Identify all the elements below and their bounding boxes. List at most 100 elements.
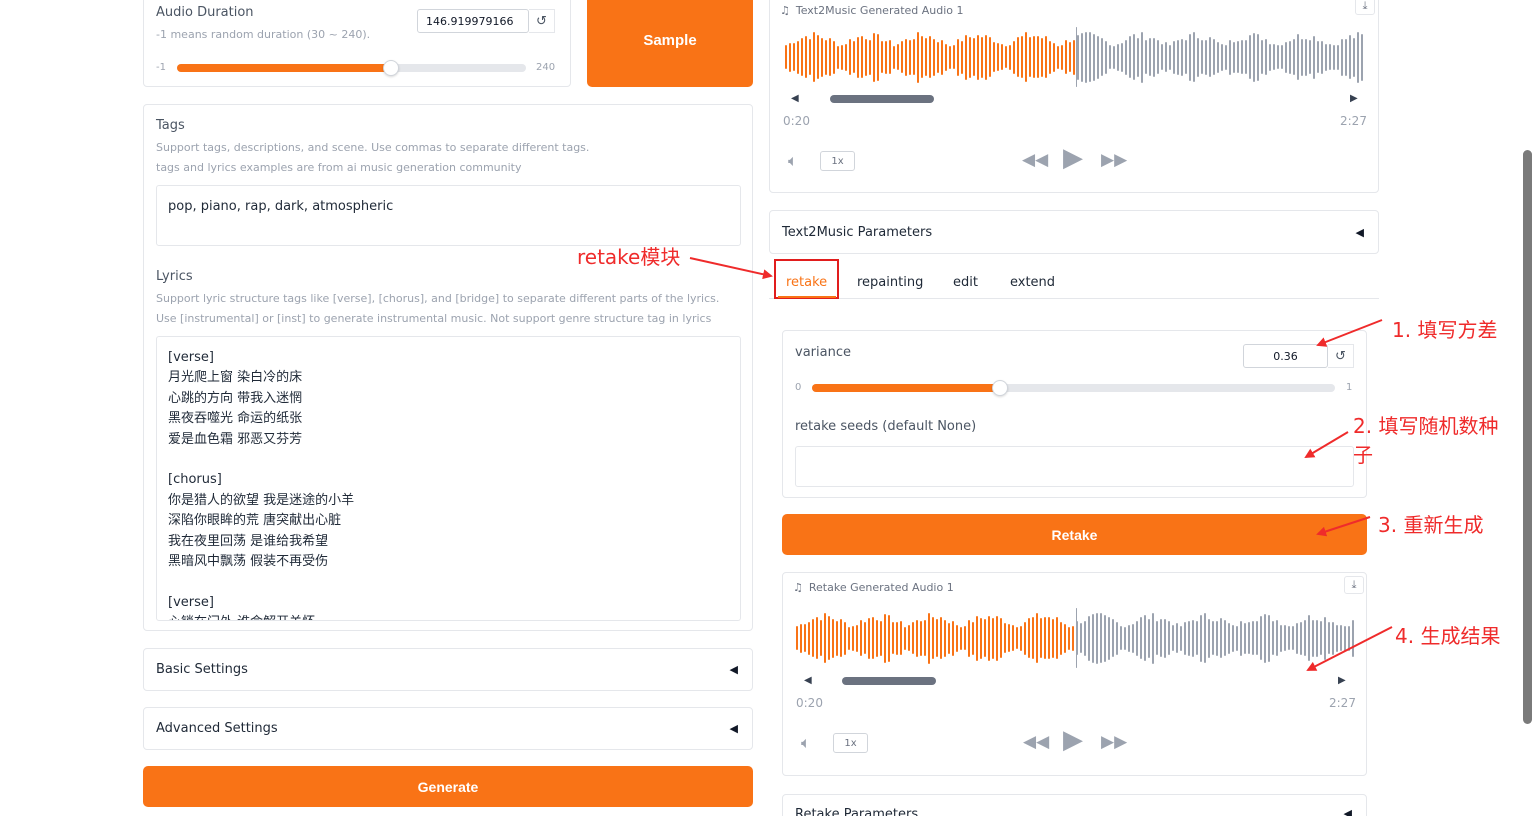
waveform-bar [884, 613, 886, 663]
generate-button[interactable]: Generate [143, 766, 753, 807]
fast-forward-icon[interactable]: ▶▶ [1101, 732, 1127, 752]
audio-duration-input[interactable]: 146.919979166 [417, 9, 529, 33]
retake-button[interactable]: Retake [782, 514, 1367, 555]
waveform-bar [1097, 35, 1099, 79]
waveform-bar [1068, 626, 1070, 650]
waveform-bar [857, 36, 859, 78]
waveform-bar [1189, 33, 1191, 81]
waveform-bar [825, 39, 827, 75]
waveform-bar [893, 45, 895, 69]
retake-parameters-accordion[interactable]: Retake Parameters ◀ [782, 794, 1367, 816]
waveform-bar [1025, 32, 1027, 82]
waveform-bar [1284, 625, 1286, 651]
waveform-bar [921, 36, 923, 78]
playback-rate-button[interactable]: 1x [833, 733, 868, 753]
waveform-bar [829, 38, 831, 76]
waveform-bar [1148, 618, 1150, 658]
waveform-bar [1245, 40, 1247, 74]
scroll-left-icon[interactable]: ◀ [804, 675, 812, 686]
waveform-bar [1264, 613, 1266, 663]
tab-repainting[interactable]: repainting [857, 275, 923, 290]
tags-lyrics-panel: Tags Support tags, descriptions, and sce… [143, 104, 753, 631]
annotation-step2b: 子 [1353, 443, 1373, 467]
waveform[interactable] [785, 27, 1367, 87]
waveform-scrollbar[interactable] [830, 95, 934, 103]
waveform-bar [1357, 31, 1359, 83]
waveform-bar [816, 617, 818, 659]
fast-forward-icon[interactable]: ▶▶ [1101, 150, 1127, 170]
sample-button[interactable]: Sample [587, 0, 753, 87]
waveform-bar [984, 619, 986, 657]
variance-input[interactable]: 0.36 [1243, 344, 1328, 368]
waveform-bar [1040, 618, 1042, 658]
tags-input[interactable]: pop, piano, rap, dark, atmospheric [156, 185, 741, 246]
waveform-bar [785, 45, 787, 69]
waveform-bar [1136, 620, 1138, 656]
annotation-step3: 3. 重新生成 [1378, 513, 1484, 537]
rewind-icon[interactable]: ◀◀ [1022, 150, 1048, 170]
audio-title-row: ♫ Retake Generated Audio 1 [793, 581, 954, 594]
scroll-left-icon[interactable]: ◀ [791, 93, 799, 104]
waveform-bar [1081, 32, 1083, 82]
waveform-bar [928, 612, 930, 664]
waveform-bar [1344, 625, 1346, 651]
tab-edit[interactable]: edit [953, 275, 978, 290]
waveform-bar [1248, 622, 1250, 654]
text2music-parameters-accordion[interactable]: Text2Music Parameters ◀ [769, 210, 1379, 254]
waveform-bar [1237, 41, 1239, 73]
time-current: 0:20 [796, 696, 823, 710]
waveform-bar [1165, 42, 1167, 72]
waveform-bar [892, 622, 894, 654]
waveform-bar [1352, 619, 1354, 657]
scroll-right-icon[interactable]: ▶ [1350, 93, 1358, 104]
volume-icon[interactable]: 🔈︎ [788, 151, 798, 171]
waveform-bar [1024, 621, 1026, 655]
download-icon[interactable]: ⤓ [1344, 576, 1364, 594]
waveform-bar [1345, 38, 1347, 76]
waveform-bar [1281, 45, 1283, 69]
waveform-bar [845, 43, 847, 71]
waveform-bar [1193, 32, 1195, 82]
rewind-icon[interactable]: ◀◀ [1023, 732, 1049, 752]
waveform-bar [1057, 45, 1059, 69]
play-icon[interactable]: ▶ [1063, 145, 1083, 171]
audio-duration-slider[interactable] [177, 60, 526, 76]
tab-retake[interactable]: retake [786, 275, 827, 290]
waveform-bar [1032, 617, 1034, 659]
waveform-scrollbar[interactable] [842, 677, 936, 685]
retake-form-panel: variance 0.36 ↺ 0 1 retake seeds (defaul… [782, 330, 1367, 498]
waveform-bar [1353, 37, 1355, 77]
volume-icon[interactable]: 🔈︎ [801, 733, 811, 753]
waveform-bar [948, 622, 950, 654]
waveform[interactable] [796, 608, 1356, 668]
download-icon[interactable]: ⤓ [1355, 0, 1375, 15]
waveform-bar [880, 620, 882, 656]
waveform-bar [844, 621, 846, 655]
waveform-bar [1084, 620, 1086, 656]
text2music-audio-panel: ♫ Text2Music Generated Audio 1 ⤓ ◀ ▶ 0:2… [769, 0, 1379, 193]
play-icon[interactable]: ▶ [1063, 727, 1083, 753]
tab-extend[interactable]: extend [1010, 275, 1055, 290]
variance-reset-button[interactable]: ↺ [1328, 344, 1354, 368]
waveform-bar [1292, 626, 1294, 650]
waveform-bar [1105, 40, 1107, 74]
waveform-bar [856, 624, 858, 652]
variance-slider-fill [812, 384, 1001, 392]
lyrics-input[interactable]: [verse] 月光爬上窗 染白冷的床 心跳的方向 带我入迷惘 黑夜吞噬光 命运… [156, 336, 741, 621]
advanced-settings-accordion[interactable]: Advanced Settings ◀ [143, 707, 753, 750]
waveform-bar [1044, 617, 1046, 659]
variance-slider[interactable] [812, 380, 1335, 396]
retake-seeds-input[interactable] [795, 446, 1354, 487]
waveform-bar [889, 40, 891, 74]
variance-slider-thumb[interactable] [992, 380, 1009, 396]
audio-duration-slider-thumb[interactable] [383, 60, 400, 76]
audio-duration-reset-button[interactable]: ↺ [529, 9, 555, 33]
playback-rate-button[interactable]: 1x [820, 151, 855, 171]
waveform-bar [1253, 32, 1255, 82]
waveform-bar [1153, 37, 1155, 77]
basic-settings-accordion[interactable]: Basic Settings ◀ [143, 648, 753, 691]
page-scrollbar[interactable] [1523, 150, 1532, 724]
scroll-right-icon[interactable]: ▶ [1338, 675, 1346, 686]
reset-icon: ↺ [536, 13, 547, 29]
waveform-bar [985, 34, 987, 80]
